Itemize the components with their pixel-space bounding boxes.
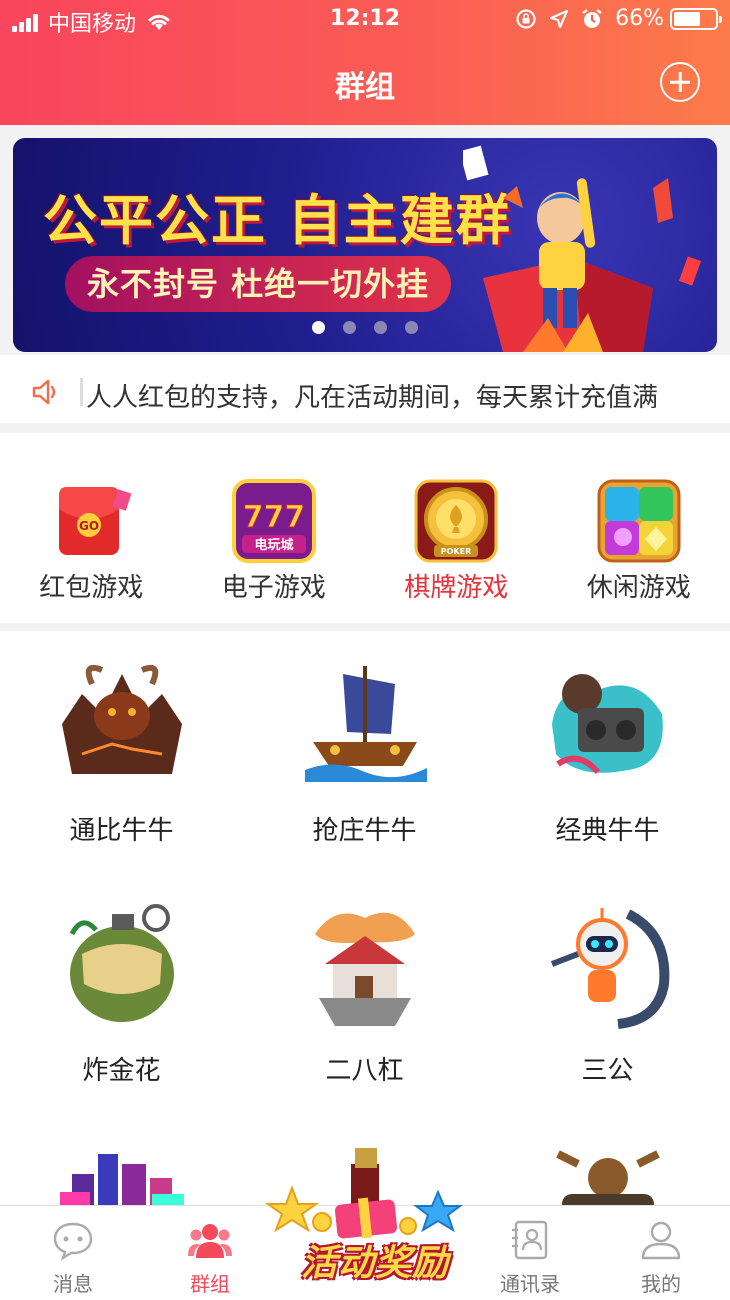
alarm-icon bbox=[582, 8, 602, 28]
tab-label: 活动奖励 bbox=[300, 1243, 449, 1284]
category-card-games[interactable]: POKER 棋牌游戏 bbox=[365, 443, 548, 623]
robot-art bbox=[550, 908, 669, 1029]
notice-bar[interactable]: 人人红包的支持，凡在活动期间，每天累计充值满 bbox=[0, 355, 730, 433]
tab-me[interactable]: 我的 bbox=[588, 1206, 730, 1300]
svg-text:POKER: POKER bbox=[441, 547, 472, 556]
tab-label: 我的 bbox=[641, 1272, 681, 1296]
status-bar: 中国移动 12:12 66% bbox=[0, 0, 730, 40]
category-slots[interactable]: 777 电玩城 电子游戏 bbox=[183, 443, 366, 623]
graffiti-boombox-art bbox=[551, 674, 663, 775]
rocket-boy-illustration bbox=[463, 145, 702, 352]
game-card-jingdian-niuniu[interactable]: 经典牛牛 bbox=[486, 640, 729, 870]
tab-activity-rewards[interactable]: 活动奖励 bbox=[262, 1182, 468, 1300]
game-card-qiangzhuang-niuniu[interactable]: 抢庄牛牛 bbox=[243, 640, 486, 870]
game-grid: 通比牛牛 抢庄牛牛 经典牛牛 炸金花 二八杠 三公 bbox=[0, 640, 730, 1205]
tab-messages[interactable]: 消息 bbox=[0, 1206, 146, 1300]
carousel-dots[interactable] bbox=[13, 321, 717, 334]
game-label: 三公 bbox=[581, 1056, 634, 1086]
group-people-icon bbox=[188, 1224, 232, 1258]
battery-icon bbox=[670, 7, 722, 30]
bull-demon-art bbox=[61, 664, 182, 774]
category-row: GO 红包游戏 777 电玩城 电子游戏 POKER 棋牌游戏 休闲游戏 bbox=[0, 443, 730, 631]
notice-divider bbox=[80, 378, 83, 406]
neon-city-art bbox=[59, 1154, 184, 1205]
carousel-dot[interactable] bbox=[312, 321, 325, 334]
rotation-lock-icon bbox=[516, 8, 536, 29]
page-title: 群组 bbox=[335, 70, 395, 105]
bottom-tab-bar: 消息 群组 活动奖励 通讯录 我的 bbox=[0, 1185, 730, 1300]
carousel-dot[interactable] bbox=[343, 321, 356, 334]
steampunk-art bbox=[555, 1150, 660, 1205]
pirate-ship-art bbox=[304, 666, 427, 782]
chat-bubble-icon bbox=[53, 1222, 93, 1261]
game-label: 二八杠 bbox=[325, 1056, 404, 1086]
svg-text:777: 777 bbox=[242, 500, 305, 535]
game-card-sangong[interactable]: 三公 bbox=[486, 880, 729, 1110]
battery-percent: 66% bbox=[615, 6, 664, 31]
notice-text: 人人红包的支持，凡在活动期间，每天累计充值满 bbox=[86, 383, 659, 413]
game-card-tongbi-niuniu[interactable]: 通比牛牛 bbox=[0, 640, 243, 870]
banner-carousel[interactable]: 公平公正 自主建群 永不封号 杜绝一切外挂 bbox=[0, 125, 730, 355]
game-card-erbagang[interactable]: 二八杠 bbox=[243, 880, 486, 1110]
plus-circle-icon[interactable] bbox=[660, 62, 700, 102]
banner-subline: 永不封号 杜绝一切外挂 bbox=[65, 256, 452, 312]
carousel-dot[interactable] bbox=[374, 321, 387, 334]
game-card-7[interactable] bbox=[0, 1120, 243, 1205]
category-label: 红包游戏 bbox=[39, 573, 144, 603]
category-casual[interactable]: 休闲游戏 bbox=[548, 443, 730, 623]
game-label: 经典牛牛 bbox=[555, 816, 660, 846]
tab-contacts[interactable]: 通讯录 bbox=[457, 1206, 603, 1300]
slot-777-icon: 777 电玩城 bbox=[231, 479, 316, 563]
profile-icon bbox=[641, 1221, 681, 1260]
grenade-island-art bbox=[69, 904, 174, 1022]
category-label: 休闲游戏 bbox=[586, 573, 691, 603]
banner-slide[interactable]: 公平公正 自主建群 永不封号 杜绝一切外挂 bbox=[13, 138, 717, 352]
speaker-icon bbox=[32, 379, 56, 405]
app-header: 中国移动 12:12 66% 群组 bbox=[0, 0, 730, 125]
game-card-9[interactable] bbox=[486, 1120, 729, 1205]
contacts-book-icon bbox=[512, 1220, 548, 1260]
game-label: 炸金花 bbox=[82, 1056, 161, 1086]
game-label: 通比牛牛 bbox=[69, 816, 174, 846]
banner-headline: 公平公正 自主建群 bbox=[43, 189, 512, 252]
game-card-zhajinhua[interactable]: 炸金花 bbox=[0, 880, 243, 1110]
game-label: 抢庄牛牛 bbox=[312, 816, 417, 846]
location-icon bbox=[549, 9, 569, 28]
tab-label: 消息 bbox=[53, 1272, 93, 1296]
gem-puzzle-icon bbox=[597, 479, 681, 563]
poker-chip-icon: POKER bbox=[414, 479, 498, 563]
svg-text:电玩城: 电玩城 bbox=[254, 537, 293, 553]
tab-label: 通讯录 bbox=[500, 1272, 560, 1296]
category-label: 电子游戏 bbox=[221, 573, 326, 603]
category-label: 棋牌游戏 bbox=[404, 573, 509, 603]
category-red-envelope[interactable]: GO 红包游戏 bbox=[0, 443, 183, 623]
floating-house-art bbox=[314, 912, 415, 1026]
red-envelope-icon: GO bbox=[59, 487, 132, 555]
carousel-dot[interactable] bbox=[405, 321, 418, 334]
svg-text:GO: GO bbox=[79, 519, 99, 533]
